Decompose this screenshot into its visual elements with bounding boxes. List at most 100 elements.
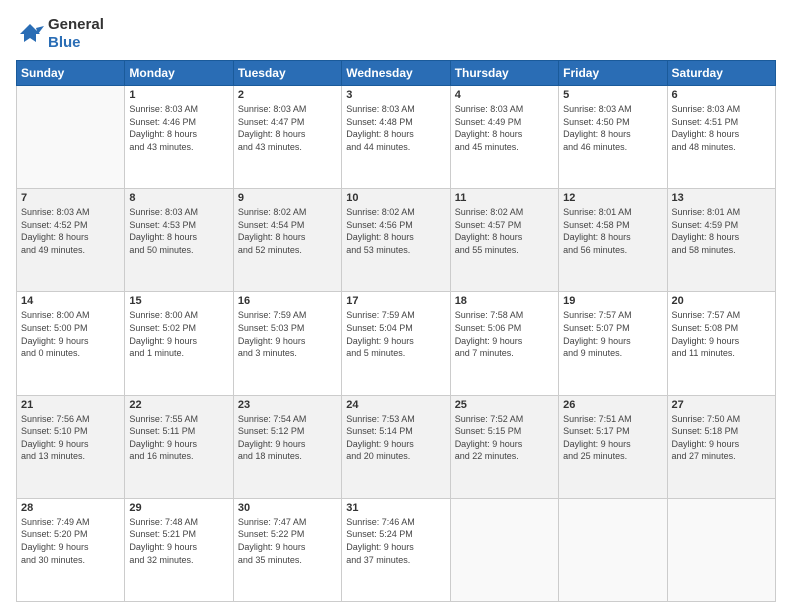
day-info: Sunrise: 7:56 AMSunset: 5:10 PMDaylight:… bbox=[21, 413, 120, 463]
day-number: 20 bbox=[672, 295, 771, 307]
day-number: 10 bbox=[346, 192, 445, 204]
day-info: Sunrise: 7:49 AMSunset: 5:20 PMDaylight:… bbox=[21, 516, 120, 566]
day-number: 29 bbox=[129, 502, 228, 514]
day-info: Sunrise: 8:03 AMSunset: 4:51 PMDaylight:… bbox=[672, 103, 771, 153]
calendar-day-cell: 9Sunrise: 8:02 AMSunset: 4:54 PMDaylight… bbox=[233, 189, 341, 292]
day-info: Sunrise: 7:46 AMSunset: 5:24 PMDaylight:… bbox=[346, 516, 445, 566]
calendar: SundayMondayTuesdayWednesdayThursdayFrid… bbox=[16, 60, 776, 602]
day-number: 18 bbox=[455, 295, 554, 307]
calendar-day-cell: 31 Sunrise: 7:46 AMSunset: 5:24 PMDayligh… bbox=[342, 498, 450, 601]
calendar-day-cell: 12 Sunrise: 8:01 AMSunset: 4:58 PMDayligh… bbox=[559, 189, 667, 292]
calendar-day-cell: 19 Sunrise: 7:57 AMSunset: 5:07 PMDayligh… bbox=[559, 292, 667, 395]
day-info: Sunrise: 7:47 AMSunset: 5:22 PMDaylight:… bbox=[238, 516, 337, 566]
calendar-day-cell: 11 Sunrise: 8:02 AMSunset: 4:57 PMDayligh… bbox=[450, 189, 558, 292]
day-number: 1 bbox=[129, 89, 228, 101]
day-number: 14 bbox=[21, 295, 120, 307]
day-info: Sunrise: 8:00 AMSunset: 5:02 PMDaylight:… bbox=[129, 309, 228, 359]
day-number: 19 bbox=[563, 295, 662, 307]
calendar-day-cell: 8 Sunrise: 8:03 AMSunset: 4:53 PMDaylight… bbox=[125, 189, 233, 292]
day-number: 24 bbox=[346, 399, 445, 411]
calendar-day-cell bbox=[450, 498, 558, 601]
day-info: Sunrise: 8:02 AMSunset: 4:57 PMDaylight:… bbox=[455, 206, 554, 256]
calendar-day-cell bbox=[559, 498, 667, 601]
day-number: 30 bbox=[238, 502, 337, 514]
calendar-day-cell: 4Sunrise: 8:03 AMSunset: 4:49 PMDaylight… bbox=[450, 86, 558, 189]
day-number: 3 bbox=[346, 89, 445, 101]
day-info: Sunrise: 8:03 AMSunset: 4:48 PMDaylight:… bbox=[346, 103, 445, 153]
calendar-day-cell: 3 Sunrise: 8:03 AMSunset: 4:48 PMDaylight… bbox=[342, 86, 450, 189]
logo-text: General Blue bbox=[48, 16, 104, 52]
calendar-day-cell: 22Sunrise: 7:55 AMSunset: 5:11 PMDayligh… bbox=[125, 395, 233, 498]
day-info: Sunrise: 8:01 AMSunset: 4:58 PMDaylight:… bbox=[563, 206, 662, 256]
weekday-header-wednesday: Wednesday bbox=[342, 61, 450, 86]
weekday-header-row: SundayMondayTuesdayWednesdayThursdayFrid… bbox=[17, 61, 776, 86]
calendar-day-cell: 13 Sunrise: 8:01 AMSunset: 4:59 PMDayligh… bbox=[667, 189, 775, 292]
day-info: Sunrise: 8:00 AMSunset: 5:00 PMDaylight:… bbox=[21, 309, 120, 359]
calendar-day-cell: 27 Sunrise: 7:50 AMSunset: 5:18 PMDayligh… bbox=[667, 395, 775, 498]
day-info: Sunrise: 8:01 AMSunset: 4:59 PMDaylight:… bbox=[672, 206, 771, 256]
calendar-week-row: 14 Sunrise: 8:00 AMSunset: 5:00 PMDayligh… bbox=[17, 292, 776, 395]
calendar-header: SundayMondayTuesdayWednesdayThursdayFrid… bbox=[17, 61, 776, 86]
calendar-day-cell: 2Sunrise: 8:03 AMSunset: 4:47 PMDaylight… bbox=[233, 86, 341, 189]
calendar-day-cell: 30 Sunrise: 7:47 AMSunset: 5:22 PMDayligh… bbox=[233, 498, 341, 601]
day-number: 28 bbox=[21, 502, 120, 514]
weekday-header-friday: Friday bbox=[559, 61, 667, 86]
day-number: 25 bbox=[455, 399, 554, 411]
calendar-day-cell: 20 Sunrise: 7:57 AMSunset: 5:08 PMDayligh… bbox=[667, 292, 775, 395]
day-number: 26 bbox=[563, 399, 662, 411]
page: General Blue SundayMondayTuesdayWednesda… bbox=[0, 0, 792, 612]
calendar-day-cell: 28 Sunrise: 7:49 AMSunset: 5:20 PMDayligh… bbox=[17, 498, 125, 601]
day-info: Sunrise: 8:02 AMSunset: 4:56 PMDaylight:… bbox=[346, 206, 445, 256]
day-info: Sunrise: 8:03 AMSunset: 4:50 PMDaylight:… bbox=[563, 103, 662, 153]
weekday-header-thursday: Thursday bbox=[450, 61, 558, 86]
logo-icon bbox=[16, 20, 44, 48]
day-number: 16 bbox=[238, 295, 337, 307]
calendar-day-cell: 17 Sunrise: 7:59 AMSunset: 5:04 PMDayligh… bbox=[342, 292, 450, 395]
day-number: 31 bbox=[346, 502, 445, 514]
calendar-week-row: 1Sunrise: 8:03 AMSunset: 4:46 PMDaylight… bbox=[17, 86, 776, 189]
day-info: Sunrise: 7:50 AMSunset: 5:18 PMDaylight:… bbox=[672, 413, 771, 463]
day-info: Sunrise: 7:57 AMSunset: 5:07 PMDaylight:… bbox=[563, 309, 662, 359]
day-number: 8 bbox=[129, 192, 228, 204]
calendar-day-cell: 5 Sunrise: 8:03 AMSunset: 4:50 PMDaylight… bbox=[559, 86, 667, 189]
day-info: Sunrise: 7:53 AMSunset: 5:14 PMDaylight:… bbox=[346, 413, 445, 463]
calendar-day-cell: 14 Sunrise: 8:00 AMSunset: 5:00 PMDayligh… bbox=[17, 292, 125, 395]
calendar-day-cell: 10 Sunrise: 8:02 AMSunset: 4:56 PMDayligh… bbox=[342, 189, 450, 292]
header: General Blue bbox=[16, 16, 776, 52]
day-info: Sunrise: 7:48 AMSunset: 5:21 PMDaylight:… bbox=[129, 516, 228, 566]
day-number: 13 bbox=[672, 192, 771, 204]
day-number: 6 bbox=[672, 89, 771, 101]
calendar-day-cell: 1Sunrise: 8:03 AMSunset: 4:46 PMDaylight… bbox=[125, 86, 233, 189]
calendar-day-cell: 26 Sunrise: 7:51 AMSunset: 5:17 PMDayligh… bbox=[559, 395, 667, 498]
weekday-header-sunday: Sunday bbox=[17, 61, 125, 86]
day-info: Sunrise: 7:59 AMSunset: 5:04 PMDaylight:… bbox=[346, 309, 445, 359]
day-info: Sunrise: 8:03 AMSunset: 4:53 PMDaylight:… bbox=[129, 206, 228, 256]
day-number: 4 bbox=[455, 89, 554, 101]
calendar-day-cell: 29 Sunrise: 7:48 AMSunset: 5:21 PMDayligh… bbox=[125, 498, 233, 601]
calendar-day-cell: 16Sunrise: 7:59 AMSunset: 5:03 PMDayligh… bbox=[233, 292, 341, 395]
day-info: Sunrise: 7:52 AMSunset: 5:15 PMDaylight:… bbox=[455, 413, 554, 463]
day-number: 5 bbox=[563, 89, 662, 101]
logo: General Blue bbox=[16, 16, 104, 52]
calendar-day-cell: 18 Sunrise: 7:58 AMSunset: 5:06 PMDayligh… bbox=[450, 292, 558, 395]
day-number: 12 bbox=[563, 192, 662, 204]
day-info: Sunrise: 7:58 AMSunset: 5:06 PMDaylight:… bbox=[455, 309, 554, 359]
calendar-day-cell: 24 Sunrise: 7:53 AMSunset: 5:14 PMDayligh… bbox=[342, 395, 450, 498]
day-info: Sunrise: 7:51 AMSunset: 5:17 PMDaylight:… bbox=[563, 413, 662, 463]
day-number: 27 bbox=[672, 399, 771, 411]
calendar-day-cell: 21 Sunrise: 7:56 AMSunset: 5:10 PMDayligh… bbox=[17, 395, 125, 498]
calendar-week-row: 28 Sunrise: 7:49 AMSunset: 5:20 PMDayligh… bbox=[17, 498, 776, 601]
day-number: 17 bbox=[346, 295, 445, 307]
calendar-day-cell bbox=[667, 498, 775, 601]
day-number: 11 bbox=[455, 192, 554, 204]
weekday-header-saturday: Saturday bbox=[667, 61, 775, 86]
calendar-day-cell: 23Sunrise: 7:54 AMSunset: 5:12 PMDayligh… bbox=[233, 395, 341, 498]
day-number: 21 bbox=[21, 399, 120, 411]
day-info: Sunrise: 8:03 AMSunset: 4:47 PMDaylight:… bbox=[238, 103, 337, 153]
day-info: Sunrise: 7:57 AMSunset: 5:08 PMDaylight:… bbox=[672, 309, 771, 359]
weekday-header-monday: Monday bbox=[125, 61, 233, 86]
calendar-day-cell: 7Sunrise: 8:03 AMSunset: 4:52 PMDaylight… bbox=[17, 189, 125, 292]
calendar-day-cell: 6 Sunrise: 8:03 AMSunset: 4:51 PMDaylight… bbox=[667, 86, 775, 189]
calendar-day-cell bbox=[17, 86, 125, 189]
day-number: 15 bbox=[129, 295, 228, 307]
